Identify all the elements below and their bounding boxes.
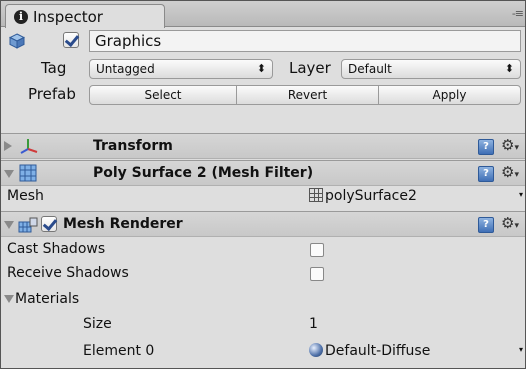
mesh-icon — [309, 188, 323, 202]
material-sphere-icon — [309, 343, 323, 357]
prefab-revert-button[interactable]: Revert — [236, 85, 379, 105]
tab-inspector[interactable]: i Inspector — [5, 4, 165, 28]
gear-icon[interactable]: ⚙▾ — [501, 136, 519, 154]
mesh-value: polySurface2 — [325, 188, 417, 204]
element0-label: Element 0 — [83, 343, 155, 359]
receive-shadows-label: Receive Shadows — [7, 265, 129, 281]
tag-dropdown[interactable]: Untagged ⬍ — [89, 59, 273, 79]
transform-title: Transform — [93, 138, 173, 154]
dropdown-arrows-icon: ⬍ — [504, 62, 514, 75]
help-icon[interactable]: ? — [478, 217, 494, 233]
mesh-renderer-icon — [18, 217, 38, 233]
mesh-filter-header[interactable]: Poly Surface 2 (Mesh Filter) ? ⚙▾ — [1, 160, 525, 186]
tab-bar: i Inspector -≡ — [1, 1, 525, 28]
element0-value: Default-Diffuse — [325, 343, 431, 359]
cube-icon — [9, 33, 25, 49]
receive-shadows-row: Receive Shadows — [1, 263, 525, 286]
tab-menu-icon[interactable]: -≡ — [512, 7, 524, 20]
gear-icon[interactable]: ⚙▾ — [501, 214, 519, 232]
cast-shadows-label: Cast Shadows — [7, 241, 106, 257]
tag-value: Untagged — [96, 62, 155, 76]
foldout-open-icon[interactable] — [4, 221, 14, 229]
prefab-label: Prefab — [28, 85, 76, 103]
foldout-open-icon[interactable] — [4, 170, 14, 178]
element0-object-field[interactable]: Default-Diffuse — [309, 343, 430, 359]
gameobject-header: Graphics Tag Untagged ⬍ Layer Default ⬍ … — [1, 28, 525, 136]
active-checkbox[interactable] — [63, 32, 79, 48]
transform-axes-icon — [20, 139, 38, 154]
mesh-label: Mesh — [7, 188, 44, 204]
layer-value: Default — [348, 62, 392, 76]
mesh-renderer-title: Mesh Renderer — [63, 216, 183, 232]
help-icon[interactable]: ? — [478, 166, 494, 182]
layer-label: Layer — [289, 59, 331, 77]
mesh-renderer-enabled-checkbox[interactable] — [41, 216, 57, 232]
layer-dropdown[interactable]: Default ⬍ — [341, 59, 521, 79]
mesh-object-field[interactable]: polySurface2 — [309, 188, 417, 204]
gear-icon[interactable]: ⚙▾ — [501, 163, 519, 181]
tab-label: Inspector — [33, 7, 103, 26]
mesh-filter-title: Poly Surface 2 (Mesh Filter) — [93, 165, 314, 181]
dropdown-arrows-icon: ⬍ — [256, 62, 266, 75]
name-row: Graphics — [1, 28, 525, 54]
inspector-window: i Inspector -≡ Graphics Tag Untagged ⬍ L… — [0, 0, 526, 369]
object-picker-icon[interactable]: ▾ — [519, 345, 523, 354]
prefab-apply-button[interactable]: Apply — [378, 85, 521, 105]
cast-shadows-row: Cast Shadows — [1, 239, 525, 262]
size-label: Size — [83, 316, 112, 332]
materials-row[interactable]: Materials — [1, 289, 525, 312]
transform-header[interactable]: Transform ? ⚙▾ — [1, 133, 525, 159]
prefab-select-button[interactable]: Select — [89, 85, 237, 105]
materials-label: Materials — [15, 291, 80, 307]
name-field[interactable]: Graphics — [89, 30, 521, 52]
prefab-row: Prefab Select Revert Apply — [1, 83, 525, 109]
receive-shadows-checkbox[interactable] — [310, 267, 324, 281]
tag-label: Tag — [41, 59, 67, 77]
object-picker-icon[interactable]: ▾ — [519, 190, 523, 199]
mesh-property-row: Mesh polySurface2 ▾ — [1, 186, 525, 209]
mesh-filter-icon — [19, 164, 37, 182]
size-row: Size 1 — [1, 314, 525, 337]
cast-shadows-checkbox[interactable] — [310, 243, 324, 257]
info-icon: i — [14, 9, 28, 24]
size-field[interactable]: 1 — [309, 316, 318, 332]
foldout-closed-icon[interactable] — [4, 141, 12, 151]
element0-row: Element 0 Default-Diffuse ▾ — [1, 341, 525, 364]
mesh-renderer-header[interactable]: Mesh Renderer ? ⚙▾ — [1, 211, 525, 237]
help-icon[interactable]: ? — [478, 139, 494, 155]
foldout-open-icon[interactable] — [4, 295, 14, 303]
tag-layer-row: Tag Untagged ⬍ Layer Default ⬍ — [1, 57, 525, 83]
